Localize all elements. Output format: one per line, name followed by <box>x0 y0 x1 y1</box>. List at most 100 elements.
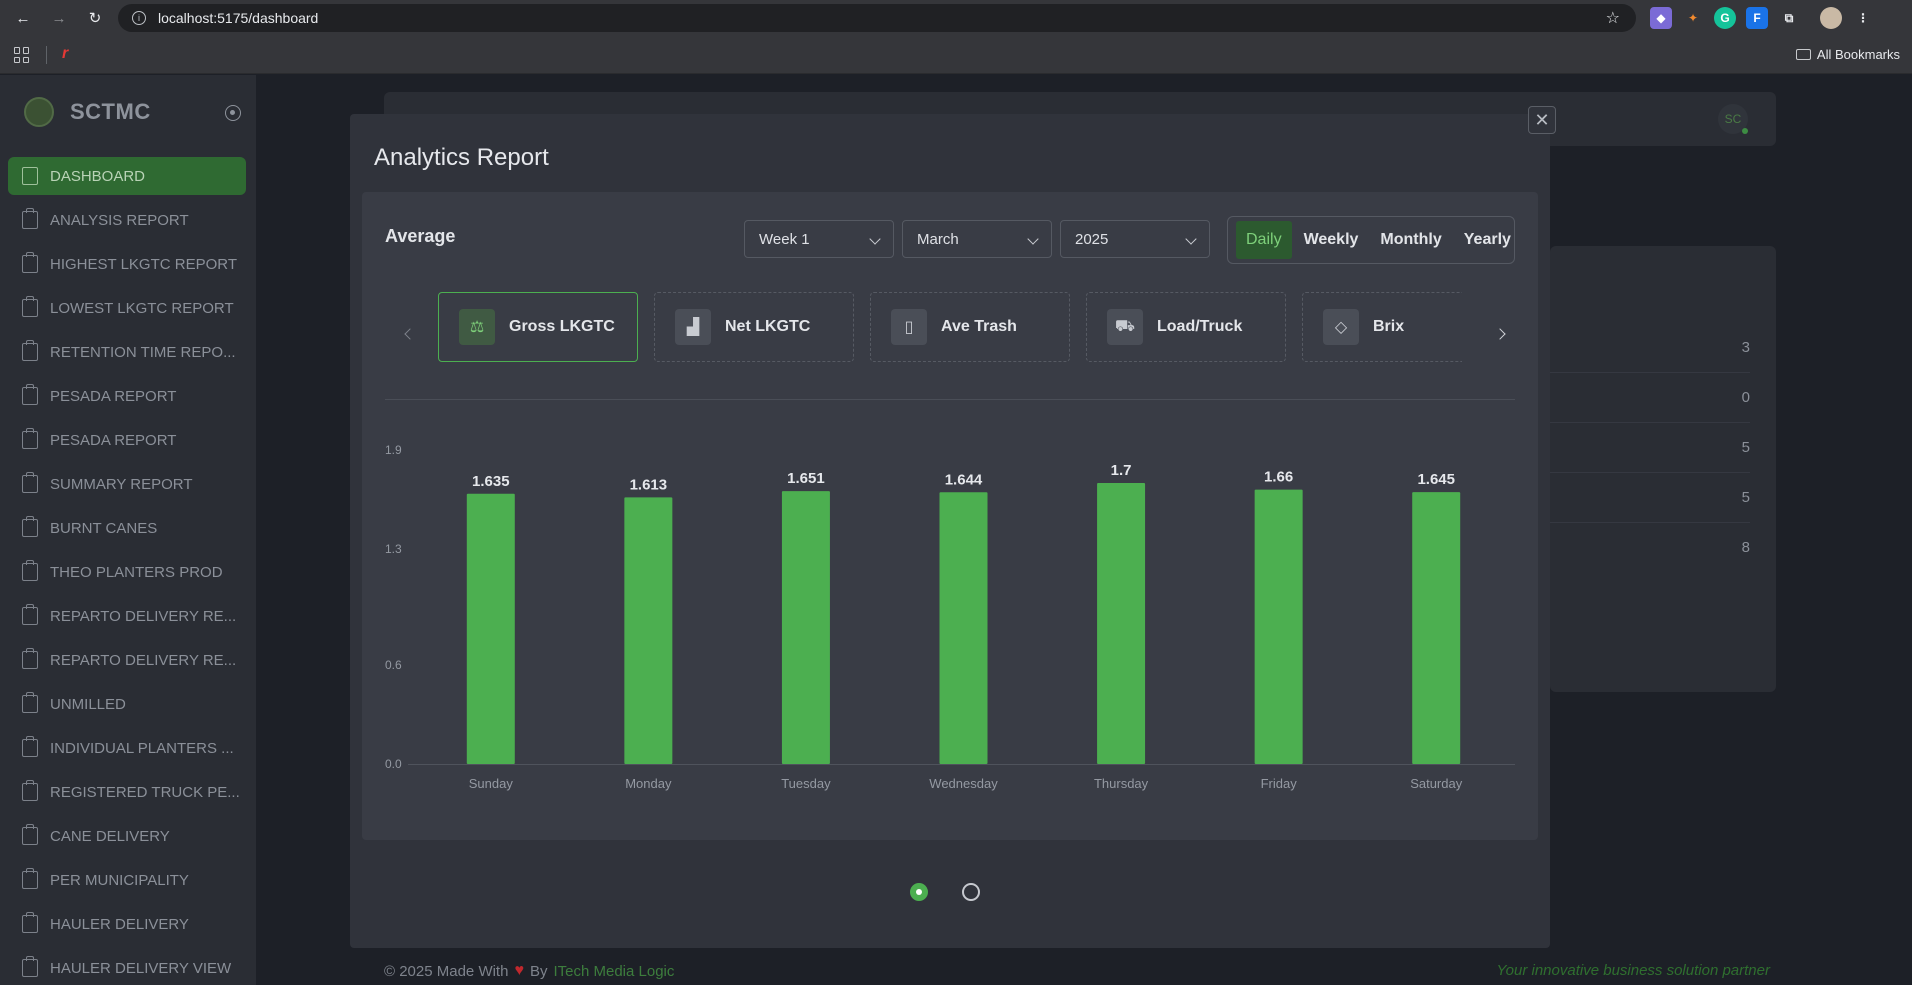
back-icon[interactable]: ← <box>10 5 36 31</box>
sidebar-item-reparto-delivery-re[interactable]: REPARTO DELIVERY RE... <box>8 597 246 635</box>
sidebar-item-unmilled[interactable]: UNMILLED <box>8 685 246 723</box>
list-item: 5 <box>1550 423 1750 473</box>
metric-card-load-truck[interactable]: ⛟ Load/Truck <box>1086 292 1286 362</box>
list-item: 8 <box>1550 523 1750 573</box>
sidebar-item-theo-planters-prod[interactable]: THEO PLANTERS PROD <box>8 553 246 591</box>
x-tick-label: Friday <box>1261 776 1298 791</box>
bar-value-label: 1.635 <box>472 473 510 490</box>
clipboard-icon <box>22 560 38 581</box>
bar <box>1254 489 1303 764</box>
brand[interactable]: SCTMC <box>24 97 151 127</box>
sidebar-item-label: HAULER DELIVERY VIEW <box>50 959 232 977</box>
y-tick-label: 0.6 <box>385 658 402 672</box>
puzzle-icon[interactable]: ⧉ <box>1778 7 1800 29</box>
avatar[interactable]: SC <box>1718 104 1748 134</box>
all-bookmarks-button[interactable]: All Bookmarks <box>1795 47 1900 62</box>
bookmark-favicon-icon[interactable]: r <box>62 45 68 63</box>
reload-icon[interactable]: ↻ <box>82 5 108 31</box>
extension-icon[interactable]: ✦ <box>1682 7 1704 29</box>
metric-card-net-lkgtc[interactable]: ▟ Net LKGTC <box>654 292 854 362</box>
clipboard-icon <box>22 340 38 361</box>
sidebar-item-retention-time-repo[interactable]: RETENTION TIME REPO... <box>8 333 246 371</box>
carousel-next-icon[interactable] <box>1490 324 1510 344</box>
clipboard-icon <box>22 780 38 801</box>
close-icon[interactable]: ✕ <box>1528 106 1556 134</box>
profile-avatar-icon[interactable] <box>1820 7 1842 29</box>
list-item: 3 <box>1550 323 1750 373</box>
heart-icon: ♥ <box>514 962 524 979</box>
week-select[interactable]: Week 1 <box>744 220 894 258</box>
company-link[interactable]: ITech Media Logic <box>553 963 674 980</box>
sidebar-item-reparto-delivery-re[interactable]: REPARTO DELIVERY RE... <box>8 641 246 679</box>
bookmark-star-icon[interactable]: ☆ <box>1606 8 1620 28</box>
sidebar-item-pesada-report[interactable]: PESADA REPORT <box>8 377 246 415</box>
folder-icon <box>1795 49 1811 60</box>
footer-prefix: © 2025 Made With <box>384 962 509 980</box>
sidebar-item-per-municipality[interactable]: PER MUNICIPALITY <box>8 861 246 899</box>
page-dot-1[interactable] <box>910 883 928 901</box>
clipboard-icon <box>22 208 38 229</box>
bar <box>624 497 673 764</box>
forward-icon[interactable]: → <box>46 5 72 31</box>
background-panel: 3 0 5 5 8 <box>1550 246 1776 692</box>
metric-label: Net LKGTC <box>725 318 811 335</box>
sidebar-item-analysis-report[interactable]: ANALYSIS REPORT <box>8 201 246 239</box>
droplet-icon: ◇ <box>1323 309 1359 345</box>
sidebar-toggle-icon[interactable] <box>225 105 241 121</box>
list-item: 5 <box>1550 473 1750 523</box>
browser-toolbar: ← → ↻ i localhost:5175/dashboard ☆ ◆ ✦ G… <box>0 0 1912 36</box>
period-weekly-button[interactable]: Weekly <box>1294 221 1369 259</box>
year-select[interactable]: 2025 <box>1060 220 1210 258</box>
chevron-down-icon <box>1185 233 1197 245</box>
sidebar-item-label: PESADA REPORT <box>50 387 177 405</box>
clipboard-icon <box>22 824 38 845</box>
sidebar-item-lowest-lkgtc-report[interactable]: LOWEST LKGTC REPORT <box>8 289 246 327</box>
period-monthly-button[interactable]: Monthly <box>1370 221 1451 259</box>
sidebar-item-label: BURNT CANES <box>50 519 158 537</box>
metric-card-brix[interactable]: ◇ Brix <box>1302 292 1462 362</box>
carousel-prev-icon[interactable] <box>400 324 420 344</box>
sidebar-item-registered-truck-pe[interactable]: REGISTERED TRUCK PE... <box>8 773 246 811</box>
sidebar-item-individual-planters[interactable]: INDIVIDUAL PLANTERS ... <box>8 729 246 767</box>
address-bar[interactable]: i localhost:5175/dashboard ☆ <box>118 4 1636 32</box>
x-tick-label: Wednesday <box>929 776 998 791</box>
average-card: Average Week 1 March 2025 Daily Weekly Mon… <box>362 192 1538 840</box>
page-dot-2[interactable] <box>962 883 980 901</box>
extension-icon[interactable]: ◆ <box>1650 7 1672 29</box>
grammarly-icon[interactable]: G <box>1714 7 1736 29</box>
sidebar-item-label: INDIVIDUAL PLANTERS ... <box>50 739 234 757</box>
period-daily-button[interactable]: Daily <box>1236 221 1292 259</box>
metric-card-gross-lkgtc[interactable]: ⚖ Gross LKGTC <box>438 292 638 362</box>
sidebar-item-hauler-delivery-view[interactable]: HAULER DELIVERY VIEW <box>8 949 246 985</box>
site-info-icon[interactable]: i <box>132 11 146 25</box>
clipboard-icon <box>22 296 38 317</box>
clipboard-icon <box>22 692 38 713</box>
x-tick-label: Sunday <box>469 776 514 791</box>
sidebar-item-dashboard[interactable]: DASHBOARD <box>8 157 246 195</box>
sidebar-item-label: THEO PLANTERS PROD <box>50 563 223 581</box>
month-select-value: March <box>917 230 959 248</box>
clipboard-icon <box>22 648 38 669</box>
bar <box>781 491 830 764</box>
sidebar-item-highest-lkgtc-report[interactable]: HIGHEST LKGTC REPORT <box>8 245 246 283</box>
list-value: 3 <box>1741 339 1750 356</box>
apps-icon[interactable] <box>14 47 30 63</box>
sidebar-item-pesada-report[interactable]: PESADA REPORT <box>8 421 246 459</box>
bar-value-label: 1.613 <box>630 476 668 493</box>
sidebar-item-label: DASHBOARD <box>50 167 146 185</box>
sidebar-item-cane-delivery[interactable]: CANE DELIVERY <box>8 817 246 855</box>
period-yearly-button[interactable]: Yearly <box>1454 221 1521 259</box>
month-select[interactable]: March <box>902 220 1052 258</box>
sidebar-item-summary-report[interactable]: SUMMARY REPORT <box>8 465 246 503</box>
metric-card-ave-trash[interactable]: ▯ Ave Trash <box>870 292 1070 362</box>
sidebar-item-hauler-delivery[interactable]: HAULER DELIVERY <box>8 905 246 943</box>
sidebar-item-burnt-canes[interactable]: BURNT CANES <box>8 509 246 547</box>
clipboard-icon <box>22 384 38 405</box>
more-menu-icon[interactable]: ⋮ <box>1852 7 1874 29</box>
list-value: 8 <box>1741 539 1750 556</box>
extension-icon[interactable]: F <box>1746 7 1768 29</box>
bookmarks-bar: r All Bookmarks <box>0 36 1912 74</box>
week-select-value: Week 1 <box>759 230 810 248</box>
sidebar-item-label: ANALYSIS REPORT <box>50 211 189 229</box>
year-select-value: 2025 <box>1075 230 1109 248</box>
